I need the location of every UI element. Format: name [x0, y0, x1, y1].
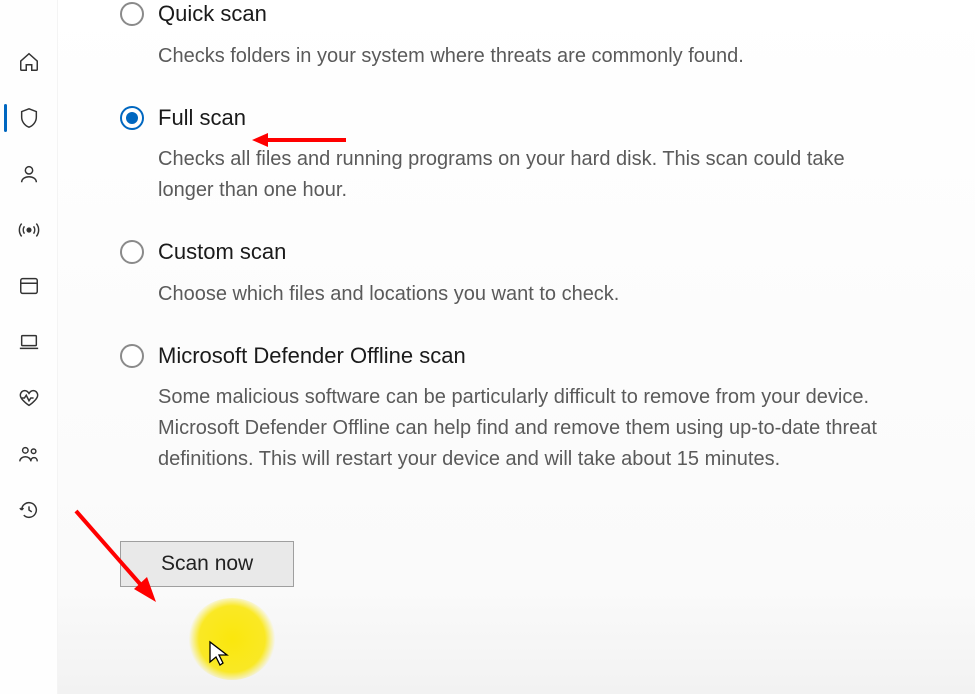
radio-custom-scan[interactable] [120, 240, 144, 264]
option-title: Microsoft Defender Offline scan [158, 342, 878, 371]
sidebar-nav [0, 0, 58, 694]
scan-options-panel: Quick scan Checks folders in your system… [58, 0, 975, 694]
radio-offline-scan[interactable] [120, 344, 144, 368]
option-desc: Choose which files and locations you wan… [158, 279, 878, 310]
sidebar-item-family[interactable] [0, 426, 57, 482]
history-icon [18, 499, 40, 521]
option-custom-scan: Custom scan Choose which files and locat… [120, 238, 935, 310]
heart-icon [18, 387, 40, 409]
home-icon [18, 51, 40, 73]
sidebar-item-app-browser[interactable] [0, 258, 57, 314]
person-icon [18, 163, 40, 185]
sidebar-item-health[interactable] [0, 370, 57, 426]
option-quick-scan: Quick scan Checks folders in your system… [120, 0, 935, 72]
sidebar-item-shield[interactable] [0, 90, 57, 146]
sidebar-item-history[interactable] [0, 482, 57, 538]
option-title: Full scan [158, 104, 878, 133]
sidebar-item-device[interactable] [0, 314, 57, 370]
option-desc: Checks folders in your system where thre… [158, 41, 878, 72]
option-full-scan: Full scan Checks all files and running p… [120, 104, 935, 207]
option-title: Custom scan [158, 238, 878, 267]
sidebar-item-firewall[interactable] [0, 202, 57, 258]
option-desc: Some malicious software can be particula… [158, 382, 878, 475]
option-desc: Checks all files and running programs on… [158, 144, 878, 206]
window-icon [18, 275, 40, 297]
laptop-icon [18, 331, 40, 353]
option-offline-scan: Microsoft Defender Offline scan Some mal… [120, 342, 935, 476]
scan-now-button[interactable]: Scan now [120, 541, 294, 587]
people-icon [18, 443, 40, 465]
sidebar-item-account[interactable] [0, 146, 57, 202]
radio-quick-scan[interactable] [120, 2, 144, 26]
shield-icon [18, 107, 40, 129]
radio-full-scan[interactable] [120, 106, 144, 130]
broadcast-icon [18, 219, 40, 241]
option-title: Quick scan [158, 0, 878, 29]
sidebar-item-home[interactable] [0, 34, 57, 90]
